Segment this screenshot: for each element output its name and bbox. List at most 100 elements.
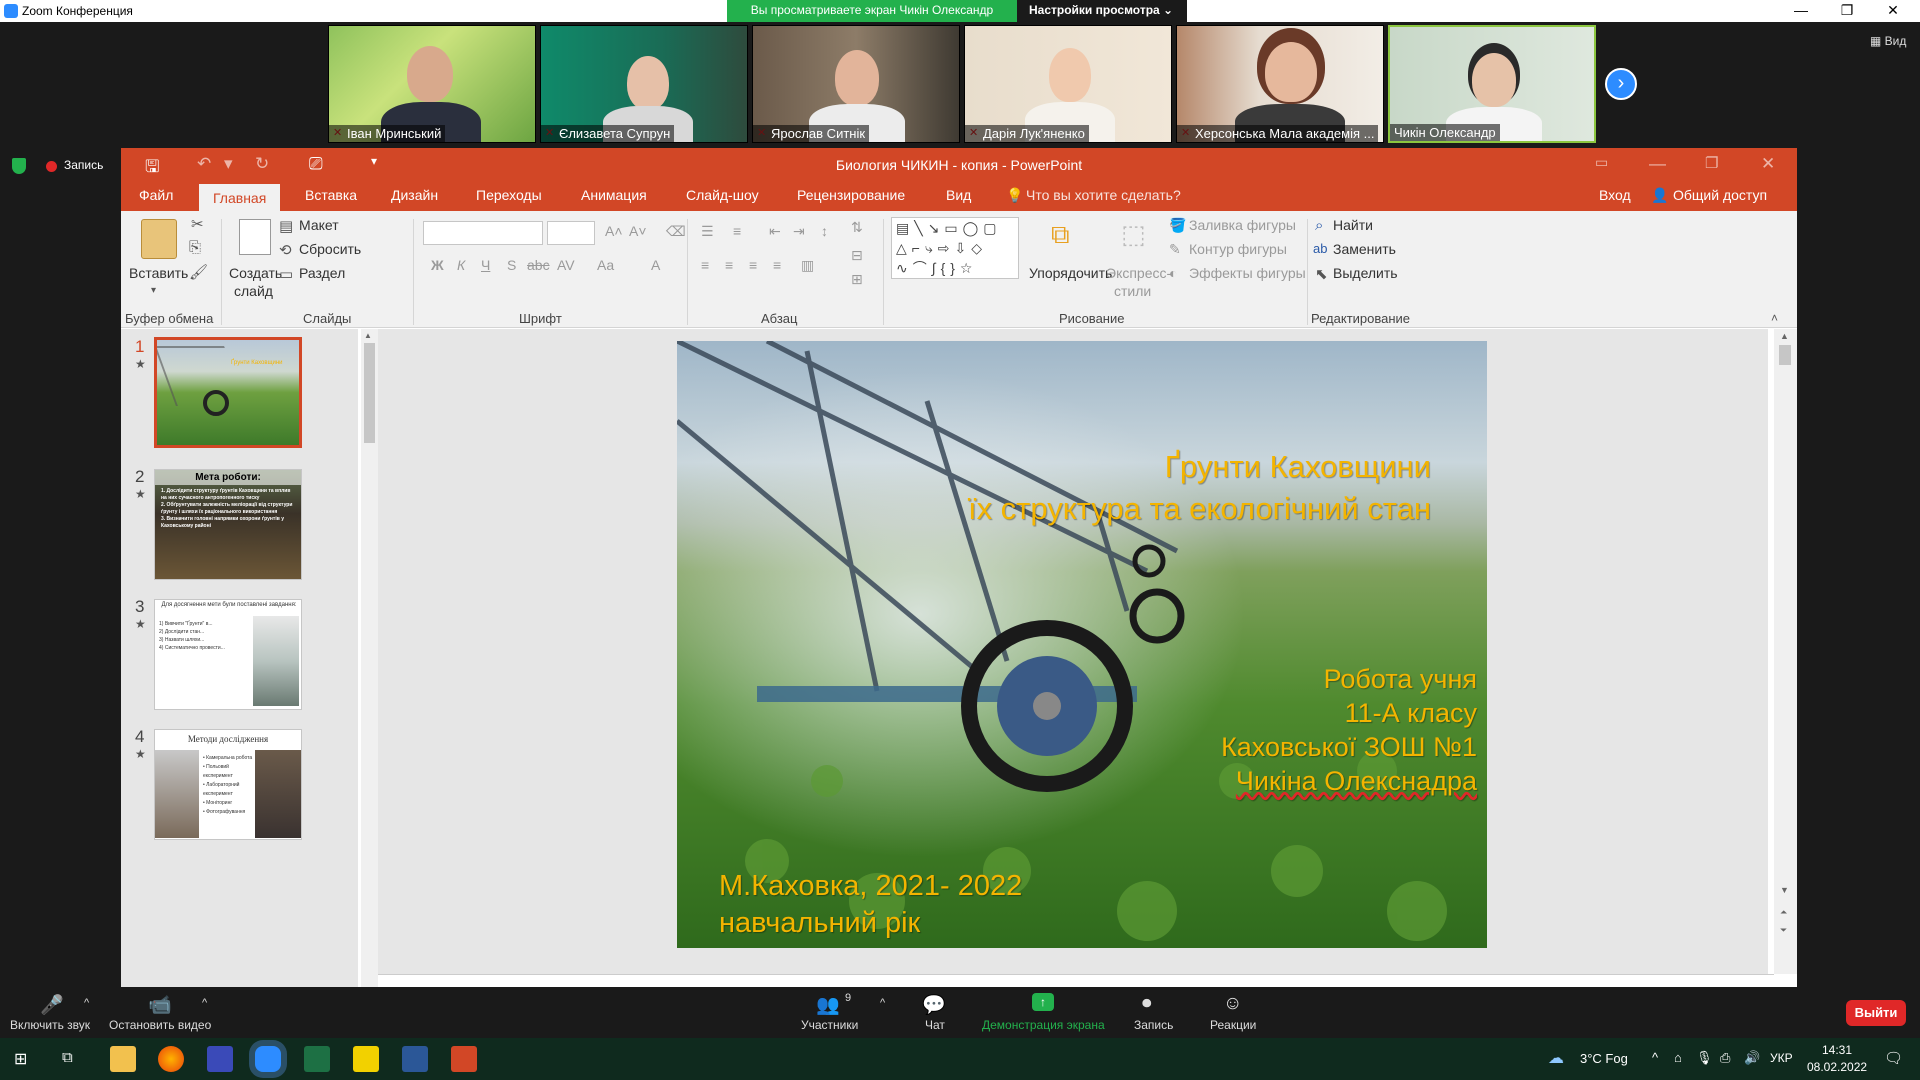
clock-date[interactable]: 08.02.2022 (1807, 1060, 1867, 1074)
video-camera-icon[interactable]: 📹 (148, 993, 172, 1017)
quick-styles-icon[interactable]: ⬚ (1121, 219, 1146, 250)
weather-text[interactable]: 3°C Fog (1580, 1051, 1628, 1066)
section-button[interactable]: Раздел (299, 265, 345, 281)
increase-indent-icon[interactable]: ⇥ (793, 223, 805, 240)
encryption-shield-icon[interactable] (12, 158, 26, 174)
thumbnail-scrollbar[interactable]: ▲ (361, 329, 378, 987)
char-spacing-button[interactable]: AV (557, 257, 575, 273)
save-app-icon[interactable] (207, 1046, 233, 1072)
new-slide-icon[interactable] (239, 219, 271, 255)
reset-button[interactable]: Сбросить (299, 241, 361, 257)
tab-home[interactable]: Главная (199, 184, 281, 211)
bold-button[interactable]: Ж (431, 257, 444, 273)
notes-pane[interactable] (378, 974, 1774, 987)
clear-format-icon[interactable]: ⌫ (666, 223, 686, 240)
record-label[interactable]: Запись (64, 158, 103, 172)
participants-button[interactable]: Участники (801, 1018, 858, 1032)
smartart-icon[interactable]: ⊞ (851, 271, 863, 288)
strikethrough-button[interactable]: abc (527, 257, 550, 273)
tell-me-input[interactable]: Что вы хотите сделать? (1026, 187, 1181, 203)
network-icon[interactable]: ⎙ (1720, 1050, 1730, 1066)
tab-insert[interactable]: Вставка (305, 187, 357, 203)
justify-icon[interactable]: ≡ (773, 257, 781, 273)
tab-design[interactable]: Дизайн (391, 187, 438, 203)
arrange-icon[interactable]: ⧉ (1051, 219, 1070, 251)
grow-font-icon[interactable]: A˄ (605, 223, 623, 239)
ppt-minimize-icon[interactable]: — (1649, 154, 1666, 174)
meet-now-icon[interactable]: ⌂ (1674, 1050, 1682, 1065)
tab-slideshow[interactable]: Слайд-шоу (686, 187, 759, 203)
paste-icon[interactable] (141, 219, 177, 259)
replace-button[interactable]: Заменить (1333, 241, 1396, 257)
paste-button[interactable]: Вставить (129, 265, 188, 281)
stop-video-button[interactable]: Остановить видео (109, 1018, 211, 1032)
slide-author-line-2[interactable]: 11-А класу (1345, 698, 1477, 729)
tab-view[interactable]: Вид (946, 187, 971, 203)
slide-thumbnail[interactable]: Мета роботи: 1. Дослідити структуру ґрун… (154, 469, 302, 580)
font-size-select[interactable] (547, 221, 595, 245)
collapse-ribbon-icon[interactable]: ˄ (1771, 311, 1778, 325)
ppt-close-icon[interactable]: ✕ (1761, 154, 1775, 174)
tab-animation[interactable]: Анимация (581, 187, 647, 203)
italic-button[interactable]: К (457, 257, 465, 273)
language-indicator[interactable]: УКР (1770, 1051, 1793, 1065)
slide-author-line-4[interactable]: Чикіна Олекснадра (1236, 766, 1477, 797)
volume-icon[interactable]: 🔊 (1744, 1050, 1760, 1066)
powerpoint-icon[interactable] (451, 1046, 477, 1072)
file-explorer-icon[interactable] (110, 1046, 136, 1072)
align-text-icon[interactable]: ⊟ (851, 247, 863, 264)
share-button[interactable]: Общий доступ (1673, 187, 1767, 203)
current-slide[interactable]: Ґрунти Каховщини їх структура та екологі… (677, 341, 1487, 948)
align-right-icon[interactable]: ≡ (749, 257, 757, 273)
align-left-icon[interactable]: ≡ (701, 257, 709, 273)
participants-options-icon[interactable]: ^ (880, 997, 885, 1009)
tab-file[interactable]: Файл (139, 187, 173, 203)
tab-review[interactable]: Рецензирование (797, 187, 905, 203)
shape-effects-button[interactable]: Эффекты фигуры (1189, 265, 1306, 281)
unmute-button[interactable]: Включить звук (10, 1018, 90, 1032)
leave-meeting-button[interactable]: Выйти (1846, 1000, 1906, 1026)
participant-tile[interactable]: ✕ Дарія Лук'яненко (964, 25, 1172, 143)
next-page-icon[interactable]: › (1605, 68, 1637, 100)
view-button[interactable]: ▦ Вид (1870, 34, 1906, 48)
close-icon[interactable]: ✕ (1870, 0, 1916, 22)
microphone-tray-icon[interactable]: 🎙 (1696, 1050, 1713, 1066)
slide-title-line-1[interactable]: Ґрунти Каховщини (1165, 449, 1431, 485)
sign-in-link[interactable]: Вход (1599, 187, 1631, 203)
muted-microphone-icon[interactable]: 🎤 (40, 993, 64, 1017)
video-options-icon[interactable]: ^ (202, 997, 207, 1009)
reactions-icon[interactable]: ☺ (1223, 993, 1242, 1015)
slide-thumbnail[interactable]: Методи дослідження • Камеральна робота •… (154, 729, 302, 840)
record-icon[interactable]: ⏺ (1142, 993, 1152, 1015)
chat-button[interactable]: Чат (925, 1018, 945, 1032)
quick-styles-button[interactable]: Экспресс- (1106, 265, 1171, 281)
change-case-button[interactable]: Aa (597, 257, 614, 273)
font-color-button[interactable]: A (651, 257, 660, 273)
underline-button[interactable]: Ч (481, 257, 490, 273)
view-options-button[interactable]: Настройки просмотра ⌄ (1017, 0, 1185, 22)
slide-author-line-1[interactable]: Робота учня (1324, 664, 1477, 695)
slide-thumbnail[interactable]: Ґрунти Каховщини (154, 337, 302, 448)
layout-button[interactable]: Макет (299, 217, 339, 233)
chat-icon[interactable]: 💬 (922, 993, 946, 1017)
shadow-button[interactable]: S (507, 257, 516, 273)
restore-icon[interactable]: ❐ (1824, 0, 1870, 22)
zoom-app-icon[interactable] (255, 1046, 281, 1072)
minimize-icon[interactable]: — (1778, 0, 1824, 22)
slide-scrollbar[interactable]: ▲ ▼ ⏶ ⏷ (1774, 329, 1797, 974)
align-center-icon[interactable]: ≡ (725, 257, 733, 273)
decrease-indent-icon[interactable]: ⇤ (769, 223, 781, 240)
ribbon-display-icon[interactable]: ▭ (1595, 154, 1608, 171)
participant-tile-active-speaker[interactable]: Чикін Олександр (1388, 25, 1596, 143)
participants-icon[interactable]: 👥 (816, 993, 840, 1017)
windows-start-icon[interactable]: ⊞ (14, 1049, 27, 1069)
line-spacing-icon[interactable]: ↕ (821, 223, 828, 239)
excel-icon[interactable] (304, 1046, 330, 1072)
format-painter-icon[interactable]: 🖌 (189, 263, 208, 281)
slide-author-line-3[interactable]: Каховської ЗОШ №1 (1221, 732, 1477, 763)
text-direction-icon[interactable]: ⇅ (851, 219, 863, 236)
find-button[interactable]: Найти (1333, 217, 1373, 233)
paste-dropdown-icon[interactable]: ▾ (151, 285, 156, 296)
word-icon[interactable] (402, 1046, 428, 1072)
firefox-icon[interactable] (158, 1046, 184, 1072)
